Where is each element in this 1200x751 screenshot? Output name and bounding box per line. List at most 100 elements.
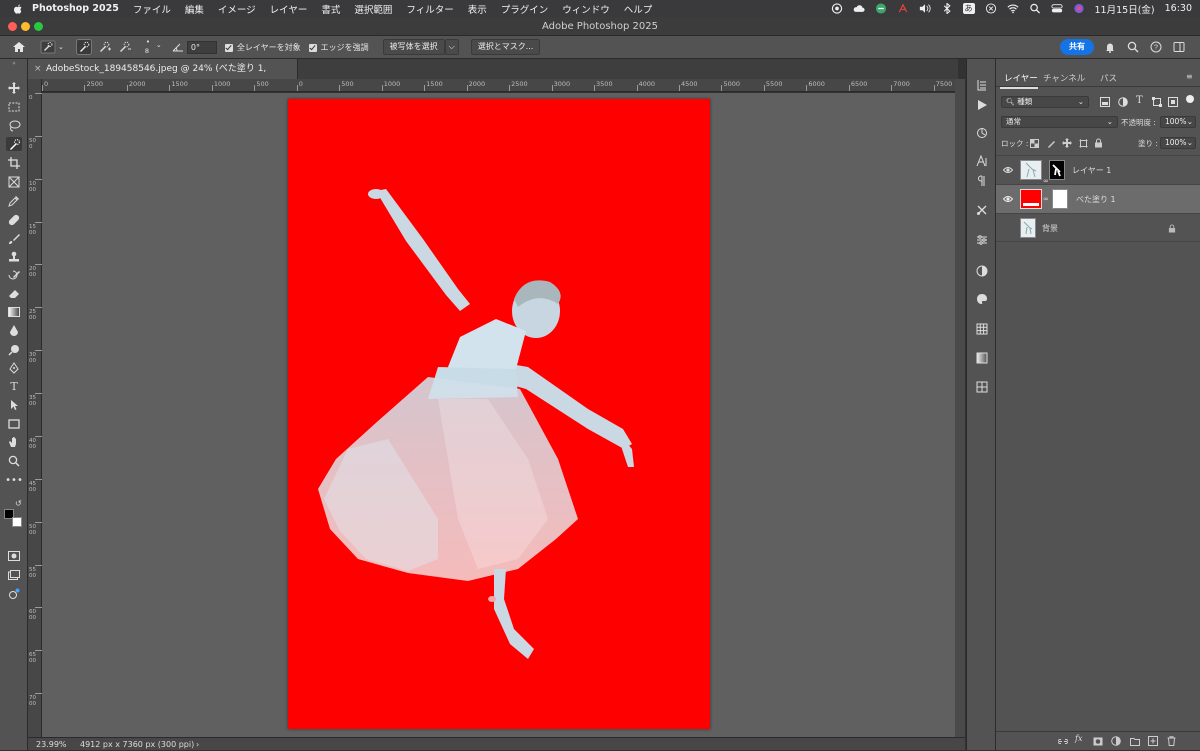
blend-mode-dropdown[interactable]: 通常 ⌄ bbox=[1001, 116, 1118, 128]
tab-paths[interactable]: パス bbox=[1100, 72, 1117, 84]
visibility-eye-icon[interactable] bbox=[1003, 195, 1013, 203]
layer-mask-thumbnail[interactable] bbox=[1052, 189, 1068, 209]
select-and-mask-button[interactable]: 選択とマスク... bbox=[470, 39, 541, 55]
more-tools-icon[interactable]: ••• bbox=[5, 473, 23, 487]
lock-artboard-icon[interactable] bbox=[1079, 139, 1088, 148]
angle-field[interactable]: 0° bbox=[186, 40, 217, 54]
layer-row-fill1[interactable]: ∞ べた塗り 1 bbox=[996, 184, 1200, 213]
lasso-tool-icon[interactable] bbox=[6, 119, 22, 133]
filter-smart-object-icon[interactable] bbox=[1168, 97, 1178, 107]
type-tool-icon[interactable]: T bbox=[6, 379, 22, 393]
volume-icon[interactable] bbox=[919, 3, 931, 14]
select-subject-button[interactable]: 被写体を選択 bbox=[382, 39, 445, 55]
swatches-palette-icon[interactable] bbox=[976, 293, 988, 305]
menu-filter[interactable]: フィルター bbox=[406, 2, 453, 16]
menu-select[interactable]: 選択範囲 bbox=[354, 2, 392, 16]
visibility-toggle-off[interactable] bbox=[1003, 224, 1013, 232]
move-tool-icon[interactable] bbox=[6, 81, 22, 95]
background-color-swatch[interactable] bbox=[12, 517, 22, 527]
workspace-icon[interactable] bbox=[1173, 41, 1185, 53]
layer-name[interactable]: べた塗り 1 bbox=[1076, 185, 1116, 214]
share-button[interactable]: 共有 bbox=[1060, 39, 1094, 55]
character-panel-icon[interactable] bbox=[976, 155, 988, 167]
brush-size-picker[interactable]: • 8 ⌄ bbox=[142, 37, 166, 57]
filter-shape-icon[interactable] bbox=[1152, 97, 1162, 107]
search-icon[interactable] bbox=[1029, 3, 1041, 14]
siri-icon[interactable] bbox=[1073, 3, 1085, 14]
menu-edit[interactable]: 編集 bbox=[185, 2, 204, 16]
clone-stamp-tool-icon[interactable] bbox=[6, 250, 22, 264]
eyedropper-tool-icon[interactable] bbox=[6, 194, 22, 208]
sample-all-layers-checkbox[interactable] bbox=[224, 44, 233, 52]
new-selection-icon[interactable] bbox=[75, 39, 92, 55]
paragraph-panel-icon[interactable] bbox=[976, 175, 988, 187]
new-layer-icon[interactable] bbox=[1148, 736, 1158, 746]
home-icon[interactable] bbox=[12, 41, 26, 53]
creative-cloud-icon[interactable] bbox=[831, 3, 843, 14]
minimize-window-button[interactable] bbox=[21, 22, 30, 31]
acrobat-icon[interactable] bbox=[897, 3, 909, 14]
bluetooth-icon[interactable] bbox=[941, 3, 953, 14]
zoom-window-button[interactable] bbox=[34, 22, 43, 31]
brush-tool-icon[interactable] bbox=[6, 232, 22, 246]
menu-window[interactable]: ウィンドウ bbox=[562, 2, 610, 16]
vertical-scrollbar[interactable] bbox=[955, 79, 965, 737]
patterns-panel-icon[interactable] bbox=[976, 323, 988, 335]
swap-colors-icon[interactable]: ↺ bbox=[15, 499, 22, 508]
tab-layers[interactable]: レイヤー bbox=[1004, 72, 1038, 84]
filter-toggle-switch[interactable] bbox=[1186, 95, 1194, 103]
gradient-tool-icon[interactable] bbox=[6, 305, 22, 319]
menu-layer[interactable]: レイヤー bbox=[270, 2, 308, 16]
crop-tool-icon[interactable] bbox=[6, 156, 22, 170]
document-dimensions[interactable]: 4912 px x 7360 px (300 ppi) bbox=[80, 738, 194, 751]
color-panel-icon[interactable] bbox=[976, 265, 988, 277]
libraries-panel-icon[interactable] bbox=[976, 381, 988, 393]
tool-presets-icon[interactable] bbox=[976, 204, 988, 216]
apple-icon[interactable] bbox=[12, 3, 24, 15]
pen-tool-icon[interactable] bbox=[6, 361, 22, 375]
lock-all-icon[interactable] bbox=[1094, 138, 1103, 148]
dodge-tool-icon[interactable] bbox=[6, 343, 22, 357]
new-adjustment-layer-icon[interactable] bbox=[1111, 736, 1121, 746]
quick-mask-icon[interactable] bbox=[6, 549, 22, 563]
history-panel-icon[interactable] bbox=[976, 79, 988, 91]
eraser-tool-icon[interactable] bbox=[6, 287, 22, 301]
actions-panel-icon[interactable] bbox=[976, 99, 988, 111]
fill-field[interactable]: 100% ⌄ bbox=[1160, 137, 1196, 149]
layer-effects-icon[interactable]: fx bbox=[1075, 734, 1082, 743]
document-tab[interactable]: × AdobeStock_189458546.jpeg @ 24% (べた塗り … bbox=[28, 59, 298, 94]
hand-tool-icon[interactable] bbox=[6, 435, 22, 449]
add-to-selection-icon[interactable] bbox=[96, 39, 112, 55]
filter-pixel-icon[interactable] bbox=[1100, 97, 1110, 107]
select-subject-dropdown[interactable]: ⌵ bbox=[444, 39, 459, 55]
mask-link-icon[interactable]: ∞ bbox=[1043, 185, 1049, 214]
tab-channels[interactable]: チャンネル bbox=[1043, 72, 1085, 84]
blur-tool-icon[interactable] bbox=[6, 324, 22, 338]
tool-preset-picker[interactable]: ⌄ bbox=[40, 40, 64, 54]
menubar-date[interactable]: 11月15日(金) bbox=[1095, 2, 1155, 16]
rectangle-tool-icon[interactable] bbox=[6, 417, 22, 431]
collapse-toolbar-icon[interactable]: » bbox=[6, 59, 22, 67]
layer-row-background[interactable]: 背景 bbox=[996, 213, 1200, 242]
search-icon[interactable] bbox=[1127, 41, 1139, 53]
panel-menu-icon[interactable]: ≡ bbox=[1186, 72, 1193, 81]
wifi-icon[interactable] bbox=[1006, 3, 1019, 14]
layer-thumbnail[interactable] bbox=[1020, 160, 1042, 180]
lock-transparent-icon[interactable] bbox=[1030, 139, 1039, 148]
delete-layer-icon[interactable] bbox=[1167, 736, 1176, 746]
subtract-from-selection-icon[interactable] bbox=[116, 39, 132, 55]
horizontal-ruler[interactable]: 0 2500 2000 1500 1000 500 0 500 1000 1500 2000 2500… bbox=[42, 79, 955, 92]
menu-file[interactable]: ファイル bbox=[133, 2, 171, 16]
document-canvas[interactable] bbox=[288, 99, 710, 729]
timeline-panel-icon[interactable] bbox=[976, 127, 988, 139]
menubar-time[interactable]: 16:30 bbox=[1165, 3, 1192, 14]
layer-row-layer1[interactable]: ∞ レイヤー 1 bbox=[996, 155, 1200, 185]
filter-adjustment-icon[interactable] bbox=[1118, 97, 1128, 107]
menu-view[interactable]: 表示 bbox=[468, 2, 487, 16]
vertical-ruler[interactable]: 0 500 1000 1500 2000 2500 3000 3500 4000 4500 5000… bbox=[28, 79, 42, 737]
share-document-icon[interactable] bbox=[6, 587, 22, 601]
help-icon[interactable]: ? bbox=[1150, 41, 1162, 53]
app-menu[interactable]: Photoshop 2025 bbox=[32, 3, 119, 14]
opacity-field[interactable]: 100% ⌄ bbox=[1160, 116, 1196, 128]
zoom-tool-icon[interactable] bbox=[6, 454, 22, 468]
